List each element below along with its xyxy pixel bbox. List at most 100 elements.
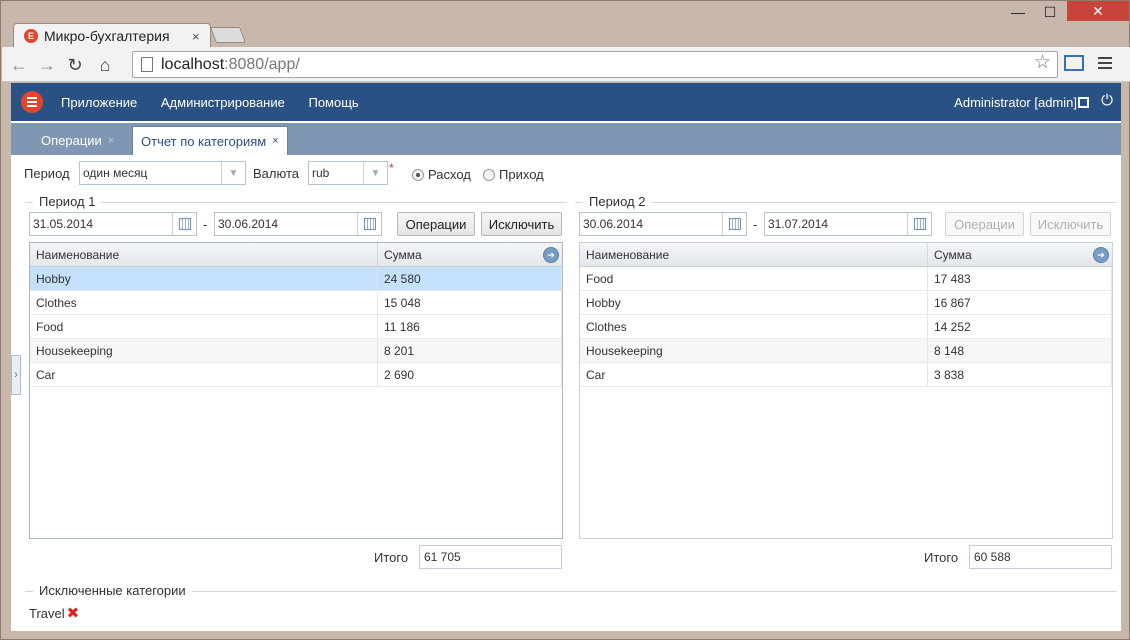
period1-border [25,202,567,203]
calendar-icon[interactable] [357,213,381,235]
period2-from-value: 30.06.2014 [583,217,644,231]
period2-border [575,202,1117,203]
radio-expense-label: Расход [428,167,471,182]
period1-to-date[interactable]: 30.06.2014 [214,212,382,236]
row-name: Car [580,363,928,386]
table-row[interactable]: Food 17 483 [580,267,1112,291]
table-row[interactable]: Clothes 14 252 [580,315,1112,339]
browser-tab-title: Микро-бухгалтерия [44,28,170,44]
currency-select[interactable]: rub ▼ [308,161,388,185]
calendar-icon[interactable] [172,213,196,235]
period2-total-field: 60 588 [969,545,1112,569]
period1-from-date[interactable]: 31.05.2014 [29,212,197,236]
radio-income[interactable]: Приход [483,167,544,182]
browser-tab-close-icon[interactable]: × [192,29,200,44]
period-select[interactable]: один месяц ▼ [79,161,246,185]
period1-grid-header: Наименование Сумма [30,243,562,267]
remove-exclusion-icon[interactable]: ✖ [67,604,80,622]
row-name: Food [580,267,928,290]
period1-grid: Наименование Сумма ➔ Hobby 24 580 Clothe… [29,242,563,539]
column-name-header[interactable]: Наименование [30,243,378,266]
grid-settings-icon[interactable]: ➔ [1093,247,1109,263]
radio-expense-dot[interactable] [412,168,424,181]
table-row[interactable]: Food 11 186 [30,315,562,339]
column-sum-header[interactable]: Сумма [928,243,1112,266]
menu-item-application[interactable]: Приложение [61,95,137,110]
period2-total-label: Итого [924,550,959,565]
period1-to-value: 30.06.2014 [218,217,279,231]
row-sum: 11 186 [378,315,562,338]
period1-operations-button[interactable]: Операции [397,212,475,236]
period1-exclude-button[interactable]: Исключить [481,212,562,236]
period2-grid: Наименование Сумма ➔ Food 17 483 Hobby 1… [579,242,1113,539]
browser-toolbar: ← → ↻ ⌂ localhost:8080/app/ ☆ [2,47,1130,82]
column-sum-header[interactable]: Сумма [378,243,562,266]
page-icon [141,57,153,72]
row-sum: 16 867 [928,291,1112,314]
column-name-header[interactable]: Наименование [580,243,928,266]
window-close-button[interactable]: ✕ [1067,1,1129,21]
period2-to-date[interactable]: 31.07.2014 [764,212,932,236]
menu-item-help[interactable]: Помощь [308,95,358,110]
table-row[interactable]: Car 2 690 [30,363,562,387]
new-tab-button[interactable] [210,27,246,43]
browser-tab[interactable]: E Микро-бухгалтерия × [13,23,211,48]
cast-icon[interactable] [1064,55,1084,71]
radio-income-label: Приход [499,167,544,182]
row-name: Hobby [580,291,928,314]
tab-category-report-label: Отчет по категориям [141,133,267,149]
radio-income-dot[interactable] [483,168,495,181]
bookmark-star-icon[interactable]: ☆ [1034,51,1051,74]
period1-from-value: 31.05.2014 [33,217,94,231]
chevron-down-icon[interactable]: ▼ [363,162,387,184]
window-minimize-button[interactable]: — [1003,1,1033,23]
tab-category-report-close-icon[interactable]: × [272,135,278,147]
forward-arrow-icon[interactable]: → [36,54,58,76]
row-name: Food [30,315,378,338]
radio-expense[interactable]: Расход [412,167,471,182]
calendar-icon[interactable] [907,213,931,235]
date-dash: - [753,217,758,232]
period2-exclude-button[interactable]: Исключить [1030,212,1111,236]
period2-operations-button[interactable]: Операции [945,212,1024,236]
table-row[interactable]: Housekeeping 8 148 [580,339,1112,363]
app-header: Приложение Администрирование Помощь Admi… [11,83,1121,121]
app-logo-icon [21,91,43,113]
browser-menu-icon[interactable] [1098,57,1112,72]
required-mark: * [389,161,394,175]
table-row[interactable]: Car 3 838 [580,363,1112,387]
address-url: localhost:8080/app/ [161,55,300,73]
table-row[interactable]: Hobby 24 580 [30,267,562,291]
table-row[interactable]: Housekeeping 8 201 [30,339,562,363]
chevron-down-icon[interactable]: ▼ [221,162,245,184]
row-name: Clothes [580,315,928,338]
side-panel-toggle[interactable]: › [11,355,21,395]
period2-grid-header: Наименование Сумма [580,243,1112,267]
logout-icon[interactable]: ⏻ [1101,92,1113,109]
back-arrow-icon[interactable]: ← [8,54,30,76]
window-maximize-button[interactable]: ☐ [1035,1,1065,23]
tab-category-report[interactable]: Отчет по категориям × [132,126,288,155]
grid-settings-icon[interactable]: ➔ [543,247,559,263]
period1-legend: Период 1 [33,194,102,209]
period-select-value: один месяц [83,166,148,180]
row-name: Housekeeping [580,339,928,362]
tab-operations-close-icon[interactable]: × [108,135,114,147]
row-sum: 14 252 [928,315,1112,338]
address-bar[interactable]: localhost:8080/app/ [132,51,1058,78]
menu-item-administration[interactable]: Администрирование [161,95,285,110]
excluded-category-item: Travel ✖ [29,604,79,622]
home-icon[interactable]: ⌂ [94,54,116,76]
row-sum: 17 483 [928,267,1112,290]
reload-icon[interactable]: ↻ [64,54,86,76]
table-row[interactable]: Hobby 16 867 [580,291,1112,315]
period2-legend: Период 2 [583,194,652,209]
tab-operations[interactable]: Операции × [33,126,122,155]
new-window-icon[interactable] [1078,97,1089,108]
row-sum: 15 048 [378,291,562,314]
calendar-icon[interactable] [722,213,746,235]
period2-from-date[interactable]: 30.06.2014 [579,212,747,236]
table-row[interactable]: Clothes 15 048 [30,291,562,315]
excluded-category-name: Travel [29,605,65,621]
app-tabs: Операции × Отчет по категориям × [11,123,1121,155]
